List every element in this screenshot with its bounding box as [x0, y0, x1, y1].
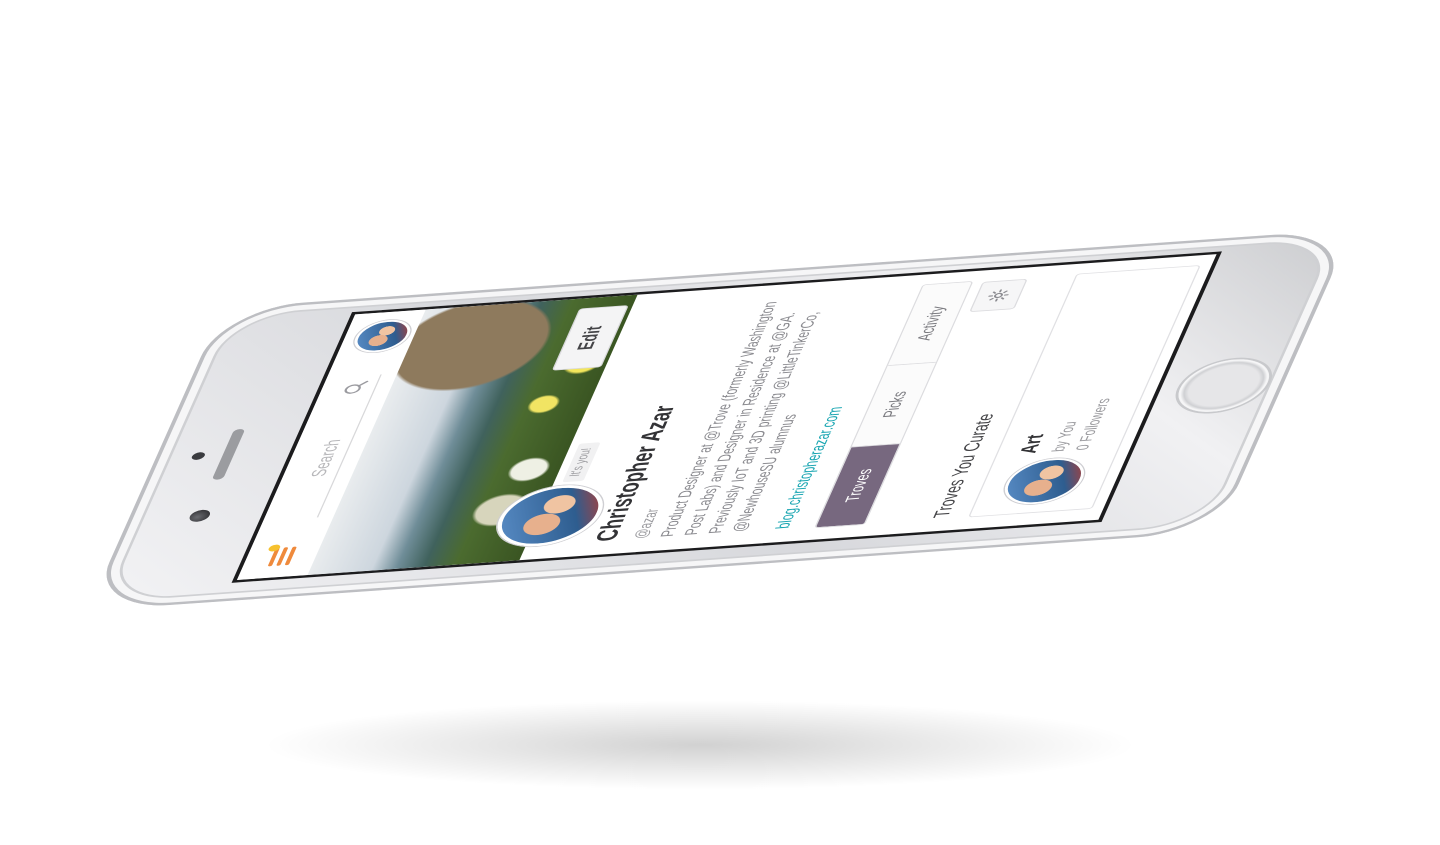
trove-name: Art: [1016, 433, 1050, 455]
notification-dot: [267, 544, 282, 552]
tab-troves[interactable]: Troves: [815, 442, 900, 528]
settings-button[interactable]: [969, 278, 1028, 313]
device-mockup-stage: Edit It's you! Christopher Azar @azar Pr…: [0, 0, 1440, 845]
user-avatar[interactable]: [348, 318, 417, 354]
phone-shadow: [260, 700, 1140, 790]
trove-avatar: [996, 455, 1093, 507]
tab-activity[interactable]: Activity: [887, 281, 972, 366]
tab-picks[interactable]: Picks: [851, 362, 937, 447]
search-icon[interactable]: [341, 380, 370, 395]
gear-icon: [988, 289, 1009, 302]
hamburger-icon[interactable]: [265, 544, 299, 567]
phone: Edit It's you! Christopher Azar @azar Pr…: [87, 229, 1353, 611]
